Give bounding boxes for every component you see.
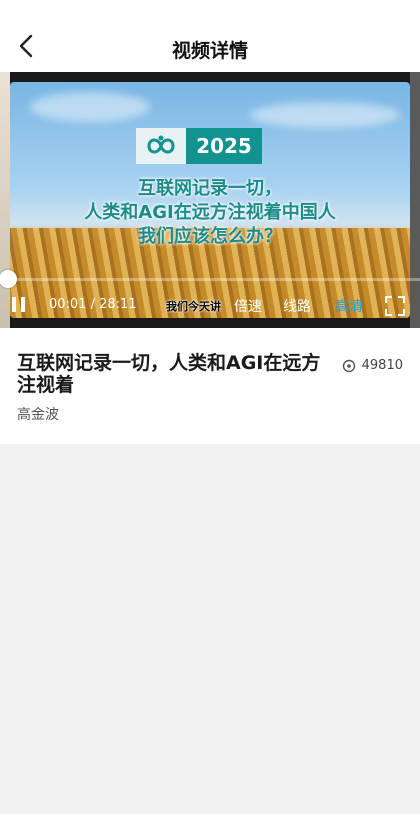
fullscreen-button[interactable] <box>384 295 406 317</box>
slide-line-2: 人类和AGI在远方注视着中国人 <box>84 202 336 223</box>
conference-logo <box>136 128 186 164</box>
video-info: 互联网记录一切，人类和AGI在远方注视着 49810 高金波 <box>0 328 420 444</box>
author-name[interactable]: 高金波 <box>17 404 59 424</box>
slide-line-1: 互联网记录一切， <box>138 178 282 199</box>
top-app-bar: 视频详情 <box>0 0 420 72</box>
video-title: 互联网记录一切，人类和AGI在远方注视着 <box>17 352 321 396</box>
play-circle-icon <box>342 359 355 372</box>
video-edge-left <box>0 72 10 328</box>
current-time: 00:01 <box>49 297 87 312</box>
infinity-logo-icon <box>147 135 175 154</box>
view-count-value: 49810 <box>361 358 403 373</box>
video-frame[interactable]: 2025 互联网记录一切， 人类和AGI在远方注视着中国人 我们应该怎么办？ 我… <box>10 82 410 318</box>
pause-icon <box>12 297 16 312</box>
pause-button[interactable] <box>12 296 30 314</box>
fullscreen-icon <box>385 296 405 316</box>
slide-year: 2025 <box>186 128 262 164</box>
sky-cloud <box>250 102 400 128</box>
speed-button[interactable]: 倍速 <box>234 296 262 316</box>
video-edge-right <box>410 72 420 328</box>
duration: 28:11 <box>99 297 137 312</box>
route-button[interactable]: 线路 <box>283 296 311 316</box>
page-title: 视频详情 <box>171 40 248 62</box>
player-controls: 00:01 / 28:11 倍速 线路 高清 <box>0 292 420 322</box>
time-display: 00:01 / 28:11 <box>49 297 137 312</box>
sky-cloud <box>30 92 150 122</box>
quality-button[interactable]: 高清 <box>335 296 363 316</box>
view-count: 49810 <box>342 358 403 373</box>
slide-line-3: 我们应该怎么办？ <box>138 226 282 247</box>
progress-bar[interactable] <box>0 278 420 281</box>
video-player[interactable]: 2025 互联网记录一切， 人类和AGI在远方注视着中国人 我们应该怎么办？ 我… <box>0 72 420 328</box>
